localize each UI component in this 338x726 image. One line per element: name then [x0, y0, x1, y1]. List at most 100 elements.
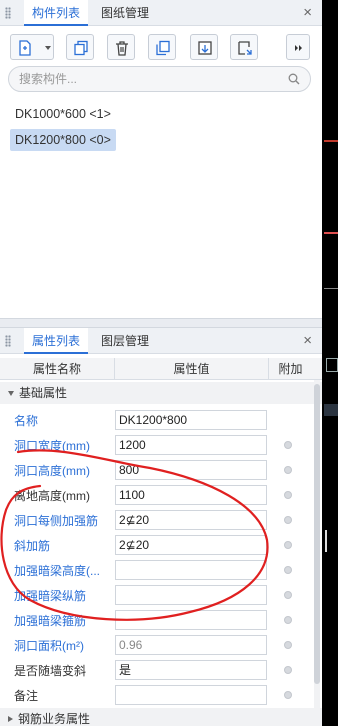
property-value-field[interactable] [115, 685, 267, 705]
canvas-line [324, 288, 338, 289]
table-row: 斜加筋 2⊈20 [0, 533, 312, 558]
close-icon[interactable]: × [303, 332, 312, 350]
property-value-field[interactable]: 1200 [115, 435, 267, 455]
new-component-button[interactable] [10, 34, 54, 60]
table-row: 洞口宽度(mm) 1200 [0, 433, 312, 458]
bottom-tabbar: 属性列表 图层管理 × [0, 328, 322, 354]
table-row: 加强暗梁纵筋 [0, 583, 312, 608]
more-icon [295, 45, 302, 51]
group-label: 基础属性 [19, 386, 68, 400]
list-item[interactable]: DK1000*600 <1> [10, 103, 116, 125]
canvas-text-fragment [325, 530, 337, 552]
property-name: 备注 [14, 689, 39, 703]
search-input[interactable] [19, 71, 279, 87]
group-rebar-properties[interactable]: 钢筋业务属性 [0, 708, 322, 726]
extra-toggle-dot[interactable] [284, 516, 292, 524]
property-value-field[interactable]: 2⊈20 [115, 510, 267, 530]
property-name: 离地高度(mm) [14, 489, 90, 503]
copy-icon [74, 40, 88, 56]
property-table-header: 属性名称 属性值 附加 [0, 358, 322, 380]
top-tabbar: 构件列表 图纸管理 × [0, 0, 322, 26]
import-icon [238, 41, 252, 55]
table-row: 加强暗梁箍筋 [0, 608, 312, 633]
column-header-value: 属性值 [115, 358, 269, 380]
column-header-name: 属性名称 [0, 358, 115, 380]
column-header-extra: 附加 [278, 362, 303, 376]
canvas-line [324, 232, 338, 234]
expand-arrow-icon [8, 716, 13, 723]
property-value-field[interactable] [115, 610, 267, 630]
collapse-arrow-icon [8, 390, 14, 396]
delete-component-button[interactable] [107, 34, 135, 60]
group-label: 钢筋业务属性 [18, 712, 91, 726]
close-icon[interactable]: × [303, 4, 312, 22]
scrollbar-thumb[interactable] [314, 384, 320, 684]
property-value-field[interactable] [115, 585, 267, 605]
extra-toggle-dot[interactable] [284, 691, 292, 699]
drag-grip-icon[interactable] [5, 7, 11, 19]
property-value-field[interactable]: 2⊈20 [115, 535, 267, 555]
table-row: 洞口每侧加强筋 2⊈20 [0, 508, 312, 533]
import-button[interactable] [230, 34, 258, 60]
table-row: 加强暗梁高度(... [0, 558, 312, 583]
extra-toggle-dot[interactable] [284, 591, 292, 599]
property-name: 斜加筋 [14, 539, 51, 553]
extra-toggle-dot[interactable] [284, 491, 292, 499]
drag-grip-icon[interactable] [5, 335, 11, 347]
extra-toggle-dot[interactable] [284, 616, 292, 624]
search-icon[interactable] [288, 73, 300, 85]
tab-component-list[interactable]: 构件列表 [24, 0, 89, 26]
extra-toggle-dot[interactable] [284, 666, 292, 674]
property-name: 洞口高度(mm) [14, 464, 90, 478]
panel-divider[interactable] [0, 318, 322, 328]
table-row: 离地高度(mm) 1100 [0, 483, 312, 508]
table-row: 名称 DK1200*800 [0, 408, 312, 433]
extra-toggle-dot[interactable] [284, 441, 292, 449]
dropdown-caret-icon [45, 46, 51, 50]
extra-toggle-dot[interactable] [284, 541, 292, 549]
delete-icon [116, 41, 128, 56]
property-name: 名称 [14, 414, 39, 428]
canvas-marker [324, 404, 338, 416]
property-name: 加强暗梁箍筋 [14, 614, 87, 628]
export-button[interactable] [190, 34, 218, 60]
component-toolbar [0, 32, 322, 60]
table-row: 洞口面积(m²) 0.96 [0, 633, 312, 658]
layer-copy-button[interactable] [148, 34, 176, 60]
canvas-marker [326, 358, 338, 372]
list-item[interactable]: DK1200*800 <0> [10, 129, 116, 151]
table-row: 备注 [0, 683, 312, 708]
extra-toggle-dot[interactable] [284, 641, 292, 649]
layer-copy-icon [156, 40, 170, 56]
property-name: 是否随墙变斜 [14, 664, 87, 678]
new-component-icon [19, 40, 31, 56]
drawing-canvas-edge [322, 0, 338, 726]
property-name: 加强暗梁高度(... [14, 564, 100, 578]
tab-drawing-management[interactable]: 图纸管理 [93, 0, 157, 26]
property-name: 洞口每侧加强筋 [14, 514, 99, 528]
canvas-line [324, 140, 338, 142]
extra-toggle-dot[interactable] [284, 566, 292, 574]
property-list-panel: 属性列表 图层管理 × 属性名称 属性值 附加 基础属性 名称 DK1200*80… [0, 328, 322, 726]
table-row: 洞口高度(mm) 800 [0, 458, 312, 483]
property-name: 洞口宽度(mm) [14, 439, 90, 453]
tab-layer-management[interactable]: 图层管理 [93, 328, 157, 354]
component-search [8, 66, 311, 92]
component-list: DK1000*600 <1> DK1200*800 <0> [10, 103, 116, 155]
property-name: 加强暗梁纵筋 [14, 589, 87, 603]
component-list-panel: 构件列表 图纸管理 × 搜索构件... DK1000*600 <1> DK120… [0, 0, 322, 318]
property-name: 洞口面积(m²) [14, 639, 84, 653]
extra-toggle-dot[interactable] [284, 466, 292, 474]
property-value-field[interactable]: 800 [115, 460, 267, 480]
property-value-field[interactable] [115, 560, 267, 580]
table-row: 是否随墙变斜 是 [0, 658, 312, 683]
tab-property-list[interactable]: 属性列表 [24, 328, 89, 354]
export-icon [198, 41, 212, 55]
copy-component-button[interactable] [66, 34, 94, 60]
property-value-field[interactable]: 是 [115, 660, 267, 680]
property-value-field[interactable]: 1100 [115, 485, 267, 505]
property-value-field: 0.96 [115, 635, 267, 655]
more-tools-button[interactable] [286, 34, 310, 60]
property-value-field[interactable]: DK1200*800 [115, 410, 267, 430]
group-basic-properties[interactable]: 基础属性 [0, 382, 322, 404]
